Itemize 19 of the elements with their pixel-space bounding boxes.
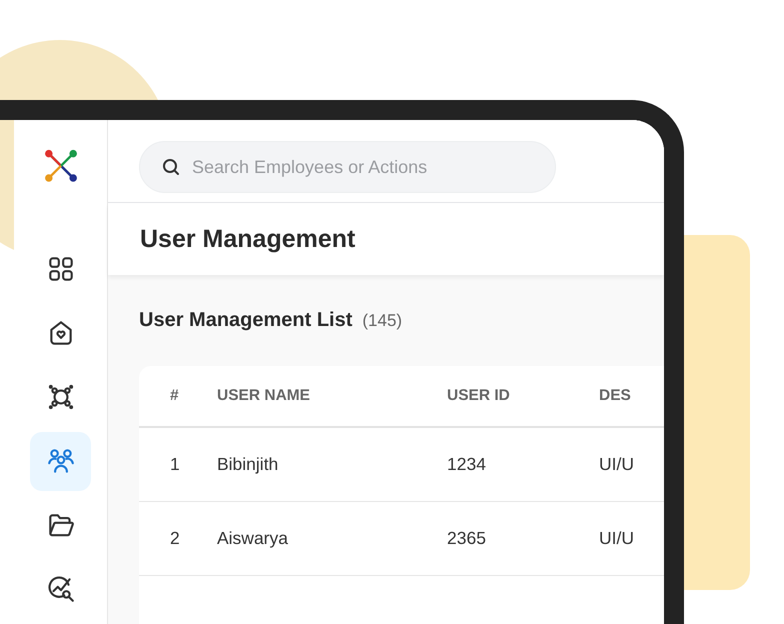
table-cell: UI/U: [599, 454, 634, 476]
table-cell: UI/U: [599, 528, 634, 550]
search-icon: [162, 158, 180, 176]
column-header: USER NAME: [217, 387, 312, 406]
table-cell-text: Aiswarya: [217, 528, 289, 550]
list-title: User Management List: [139, 309, 352, 332]
table-cell-text: 2: [169, 528, 181, 550]
table-cell-text: 1234: [447, 454, 487, 476]
page-title: User Management: [140, 224, 356, 254]
search-field[interactable]: Search Employees or Actions: [139, 141, 556, 193]
column-header: DES: [599, 387, 631, 406]
table-cell-text: 1: [169, 454, 181, 476]
chart-search-icon: [46, 574, 76, 604]
column-header: USER ID: [447, 387, 511, 406]
search-input[interactable]: Search Employees or Actions: [192, 156, 522, 178]
table-cell-text: 2365: [447, 528, 487, 550]
list-count: (145): [362, 311, 402, 332]
column-header: #: [169, 387, 180, 406]
table-cell-text: Bibinjith: [217, 454, 280, 476]
